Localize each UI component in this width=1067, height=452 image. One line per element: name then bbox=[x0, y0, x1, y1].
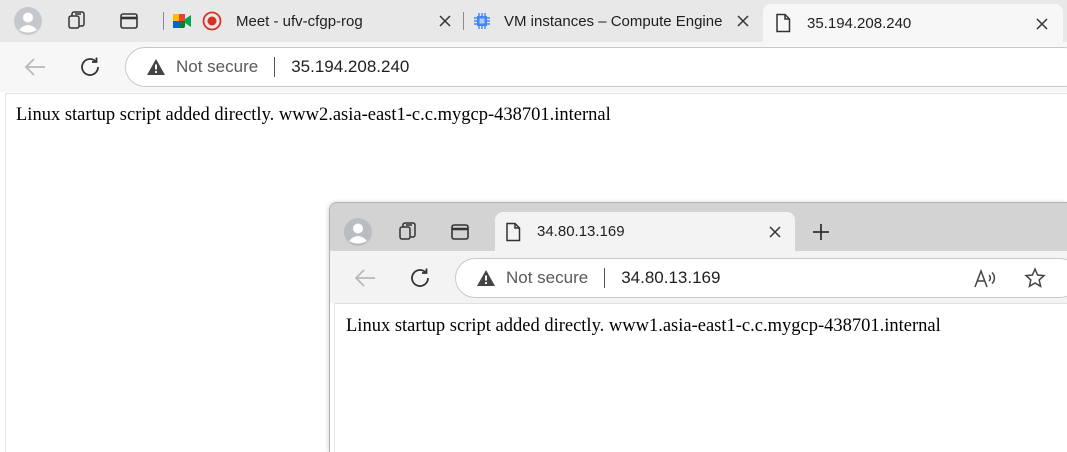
back-arrow-icon[interactable] bbox=[348, 261, 382, 295]
tab-meet[interactable]: Meet - ufv-cfgp-rog bbox=[172, 0, 457, 42]
read-aloud-icon[interactable] bbox=[973, 268, 997, 290]
close-tab-icon[interactable] bbox=[768, 225, 782, 239]
close-tab-icon[interactable] bbox=[736, 14, 750, 28]
tab-title: 34.80.13.169 bbox=[537, 223, 625, 240]
recording-icon bbox=[202, 11, 222, 31]
page-body-text: Linux startup script added directly. www… bbox=[16, 105, 611, 125]
page-body-text: Linux startup script added directly. www… bbox=[346, 316, 941, 336]
compute-engine-icon bbox=[472, 11, 492, 31]
warning-triangle-icon bbox=[476, 269, 496, 287]
tab-title: Meet - ufv-cfgp-rog bbox=[236, 12, 363, 30]
navigation-toolbar: Not secure 35.194.208.240 bbox=[0, 42, 1067, 92]
url-text[interactable]: 35.194.208.240 bbox=[291, 57, 409, 77]
security-indicator[interactable]: Not secure bbox=[476, 268, 588, 288]
warning-triangle-icon bbox=[146, 58, 166, 76]
vertical-tabs-icon[interactable] bbox=[443, 215, 477, 249]
profile-avatar-icon[interactable] bbox=[341, 215, 375, 249]
tab-vm-instances[interactable]: VM instances – Compute Engine – bbox=[472, 0, 757, 42]
page-content: Linux startup script added directly. www… bbox=[334, 303, 1067, 452]
tab-divider bbox=[463, 12, 464, 30]
tab-title: VM instances – Compute Engine – bbox=[504, 12, 724, 30]
address-divider bbox=[274, 57, 276, 77]
workspaces-icon[interactable] bbox=[60, 4, 94, 38]
profile-avatar-icon[interactable] bbox=[11, 4, 45, 38]
url-text[interactable]: 34.80.13.169 bbox=[621, 268, 720, 288]
front-browser-window: 34.80.13.169 Not secure 34.80.13.169 Lin… bbox=[329, 202, 1067, 452]
favorite-star-icon[interactable] bbox=[1024, 267, 1046, 289]
security-label: Not secure bbox=[176, 57, 259, 76]
security-indicator[interactable]: Not secure bbox=[146, 57, 258, 77]
address-bar[interactable]: Not secure 35.194.208.240 bbox=[125, 47, 1067, 87]
back-arrow-icon[interactable] bbox=[18, 50, 52, 84]
tab-title: 35.194.208.240 bbox=[807, 14, 912, 32]
address-bar[interactable]: Not secure 34.80.13.169 bbox=[455, 258, 1067, 298]
address-divider bbox=[604, 268, 606, 288]
refresh-icon[interactable] bbox=[73, 50, 107, 84]
page-icon bbox=[775, 13, 791, 33]
close-tab-icon[interactable] bbox=[1035, 17, 1049, 31]
new-tab-plus-icon[interactable] bbox=[804, 215, 838, 249]
security-label: Not secure bbox=[506, 268, 589, 287]
tab-35-194-208-240[interactable]: 35.194.208.240 bbox=[763, 4, 1063, 42]
workspaces-icon[interactable] bbox=[391, 215, 425, 249]
refresh-icon[interactable] bbox=[403, 261, 437, 295]
close-tab-icon[interactable] bbox=[438, 14, 452, 28]
page-icon bbox=[505, 222, 521, 242]
navigation-toolbar: Not secure 34.80.13.169 bbox=[330, 251, 1067, 303]
tab-34-80-13-169[interactable]: 34.80.13.169 bbox=[495, 212, 795, 251]
tab-divider bbox=[163, 12, 164, 30]
google-meet-icon bbox=[172, 12, 192, 30]
vertical-tabs-icon[interactable] bbox=[112, 4, 146, 38]
tab-strip: Meet - ufv-cfgp-rog VM instances – Compu… bbox=[0, 0, 1067, 42]
tab-strip: 34.80.13.169 bbox=[330, 203, 1067, 251]
